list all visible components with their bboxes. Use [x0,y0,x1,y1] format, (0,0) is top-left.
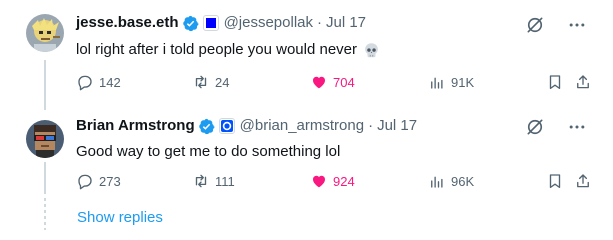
views-button[interactable]: 96K [428,172,474,190]
like-count: 924 [333,173,355,189]
grok-icon[interactable] [525,15,545,35]
repost-count: 24 [215,74,230,90]
tweet[interactable]: Brian Armstrong @brian_armstrong · Jul 1… [0,108,613,200]
repost-count: 111 [215,173,235,189]
tweet-text-content: lol right after i told people you would … [76,41,358,58]
share-button[interactable] [574,172,592,190]
views-chart-icon [431,77,443,89]
handle[interactable]: @brian_armstrong [240,116,364,136]
share-icon [577,174,589,188]
grok-icon[interactable] [525,117,545,137]
verified-badge-icon [182,15,199,31]
tweet-top-actions [525,15,587,35]
tweet-actions: 273 111 924 96K [76,172,592,194]
tweet[interactable]: jesse.base.eth @jessepollak · Jul 17 lol… [0,0,613,112]
view-count: 91K [451,74,475,90]
display-name[interactable]: Brian Armstrong [76,116,195,136]
separator-dot: · [368,117,374,134]
tweet-top-actions [525,117,587,137]
reply-count: 142 [99,74,121,90]
more-options-icon[interactable] [567,15,587,35]
like-button[interactable]: 924 [310,172,355,190]
repost-button[interactable]: 111 [192,172,235,190]
separator-dot: · [317,14,322,31]
reply-icon [78,75,92,91]
like-count: 704 [333,74,355,90]
bookmark-icon [549,75,561,90]
avatar[interactable] [26,120,64,158]
heart-icon [313,76,325,89]
reply-count: 273 [99,173,121,189]
affiliation-badge-icon[interactable] [202,15,219,31]
views-chart-icon [431,176,443,188]
reply-icon [78,174,92,190]
skull-emoji-icon [365,42,378,57]
bookmark-icon [549,174,561,189]
view-count: 96K [451,173,475,189]
heart-icon [313,175,325,188]
tweet-text: lol right after i told people you would … [76,40,380,60]
timestamp[interactable]: Jul 17 [377,116,417,136]
like-button[interactable]: 704 [310,73,355,91]
avatar[interactable] [26,14,64,52]
repost-icon [195,75,207,89]
bookmark-button[interactable] [546,172,564,190]
more-options-icon[interactable] [567,117,587,137]
timestamp[interactable]: Jul 17 [326,13,366,33]
bookmark-button[interactable] [546,73,564,91]
tweet-header: Brian Armstrong @brian_armstrong · Jul 1… [76,116,417,136]
tweet-header: jesse.base.eth @jessepollak · Jul 17 [76,13,366,33]
verified-badge-icon [198,118,215,134]
show-replies-link[interactable]: Show replies [77,209,163,226]
repost-button[interactable]: 24 [192,73,229,91]
reply-button[interactable]: 142 [76,73,121,91]
views-button[interactable]: 91K [428,73,474,91]
thread-dotted-connector [44,198,46,230]
reply-button[interactable]: 273 [76,172,121,190]
tweet-text-content: Good way to get me to do something lol [76,143,341,160]
tweet-actions: 142 24 704 91K [76,73,592,95]
tweet-text: Good way to get me to do something lol [76,142,340,162]
coinbase-affiliation-icon[interactable] [218,118,235,134]
display-name[interactable]: jesse.base.eth [76,13,179,33]
share-icon [577,75,589,89]
repost-icon [195,174,207,188]
share-button[interactable] [574,73,592,91]
handle[interactable]: @jessepollak [224,13,313,33]
